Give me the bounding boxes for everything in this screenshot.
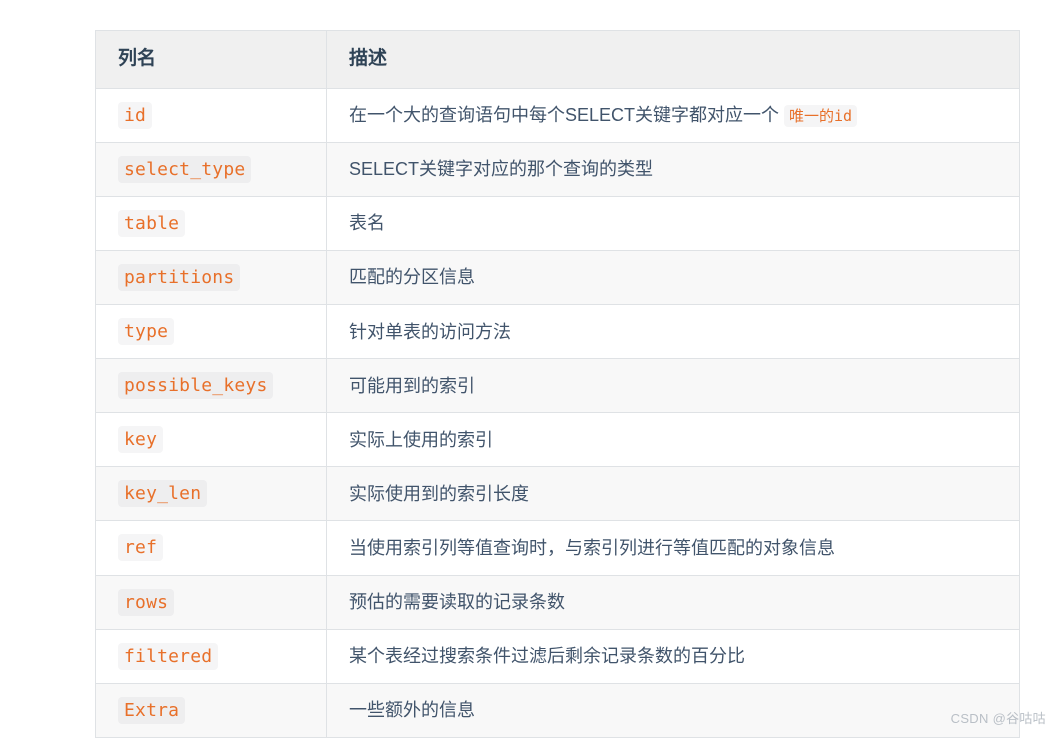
column-name-code: id xyxy=(118,101,153,129)
column-description-cell: 针对单表的访问方法 xyxy=(326,304,1020,360)
column-description-cell: 预估的需要读取的记录条数 xyxy=(326,574,1020,630)
column-name-code: key_len xyxy=(118,480,208,508)
column-description-cell: 匹配的分区信息 xyxy=(326,249,1020,306)
table-row: table 表名 xyxy=(95,195,1020,251)
column-description-cell: 某个表经过搜索条件过滤后剩余记录条数的百分比 xyxy=(326,628,1020,684)
column-name-cell: type xyxy=(95,304,327,360)
column-name-cell: Extra xyxy=(95,682,327,738)
column-name-code: partitions xyxy=(118,263,241,291)
column-name-code: type xyxy=(118,318,175,346)
column-header-description: 描述 xyxy=(326,30,1020,89)
column-name-code: Extra xyxy=(118,696,186,724)
csdn-watermark: CSDN @谷咕咕 xyxy=(950,711,1046,726)
description-text: 可能用到的索引 xyxy=(349,375,475,396)
table-row: rows 预估的需要读取的记录条数 xyxy=(95,574,1020,630)
column-name-cell: key xyxy=(95,412,327,468)
description-text: 某个表经过搜索条件过滤后剩余记录条数的百分比 xyxy=(349,646,745,667)
table-row: type 针对单表的访问方法 xyxy=(95,304,1020,360)
column-name-code: filtered xyxy=(118,642,219,670)
table-row: possible_keys 可能用到的索引 xyxy=(95,358,1020,414)
column-name-cell: key_len xyxy=(95,466,327,522)
table-row: key 实际上使用的索引 xyxy=(95,412,1020,468)
description-text: 匹配的分区信息 xyxy=(349,267,475,288)
description-text: 实际使用到的索引长度 xyxy=(349,483,529,504)
table-body: id 在一个大的查询语句中每个SELECT关键字都对应一个 唯一的id select… xyxy=(95,87,1020,738)
description-text: 实际上使用的索引 xyxy=(349,429,493,450)
column-name-cell: select_type xyxy=(95,141,327,197)
table-row: key_len 实际使用到的索引长度 xyxy=(95,466,1020,522)
column-name-cell: ref xyxy=(95,520,327,576)
column-description-cell: SELECT关键字对应的那个查询的类型 xyxy=(326,141,1020,197)
description-inline-code: 唯一的id xyxy=(784,105,858,128)
table-row: filtered 某个表经过搜索条件过滤后剩余记录条数的百分比 xyxy=(95,628,1020,684)
column-name-cell: id xyxy=(95,87,327,143)
column-name-code: possible_keys xyxy=(118,372,274,400)
explain-columns-table: 列名 描述 id 在一个大的查询语句中每个SELECT关键字都对应一个 唯一的id… xyxy=(95,30,1020,738)
column-description-cell: 当使用索引列等值查询时，与索引列进行等值匹配的对象信息 xyxy=(326,520,1020,576)
column-description-cell: 实际使用到的索引长度 xyxy=(326,466,1020,522)
column-name-code: rows xyxy=(118,588,175,616)
column-name-cell: possible_keys xyxy=(95,358,327,414)
description-text: 当使用索引列等值查询时，与索引列进行等值匹配的对象信息 xyxy=(349,537,835,558)
column-name-cell: filtered xyxy=(95,628,327,684)
column-name-cell: rows xyxy=(95,574,327,630)
column-description-cell: 实际上使用的索引 xyxy=(326,412,1020,468)
description-text: 在一个大的查询语句中每个SELECT关键字都对应一个 xyxy=(349,105,785,126)
column-name-code: key xyxy=(118,426,164,454)
table-header-row: 列名 描述 xyxy=(95,30,1020,89)
column-name-code: select_type xyxy=(118,155,252,183)
column-description-cell: 可能用到的索引 xyxy=(326,358,1020,414)
column-header-name: 列名 xyxy=(95,30,327,89)
explain-columns-table-container: 列名 描述 id 在一个大的查询语句中每个SELECT关键字都对应一个 唯一的id… xyxy=(95,30,1020,738)
column-name-cell: partitions xyxy=(95,249,327,306)
description-text: 预估的需要读取的记录条数 xyxy=(349,592,565,613)
column-name-cell: table xyxy=(95,195,327,251)
table-row: partitions 匹配的分区信息 xyxy=(95,249,1020,306)
description-text: SELECT关键字对应的那个查询的类型 xyxy=(349,159,654,180)
column-name-code: table xyxy=(118,209,186,237)
column-description-cell: 一些额外的信息 xyxy=(326,682,1020,738)
description-text: 一些额外的信息 xyxy=(349,700,475,721)
column-description-cell: 表名 xyxy=(326,195,1020,251)
column-description-cell: 在一个大的查询语句中每个SELECT关键字都对应一个 唯一的id xyxy=(326,87,1020,143)
table-row: Extra 一些额外的信息 xyxy=(95,682,1020,738)
page-root: 列名 描述 id 在一个大的查询语句中每个SELECT关键字都对应一个 唯一的id… xyxy=(0,0,1054,738)
table-row: select_type SELECT关键字对应的那个查询的类型 xyxy=(95,141,1020,197)
column-name-code: ref xyxy=(118,534,164,562)
table-row: ref 当使用索引列等值查询时，与索引列进行等值匹配的对象信息 xyxy=(95,520,1020,576)
description-text: 针对单表的访问方法 xyxy=(349,321,511,342)
table-row: id 在一个大的查询语句中每个SELECT关键字都对应一个 唯一的id xyxy=(95,87,1020,143)
table-header: 列名 描述 xyxy=(95,30,1020,89)
description-text: 表名 xyxy=(349,213,385,234)
